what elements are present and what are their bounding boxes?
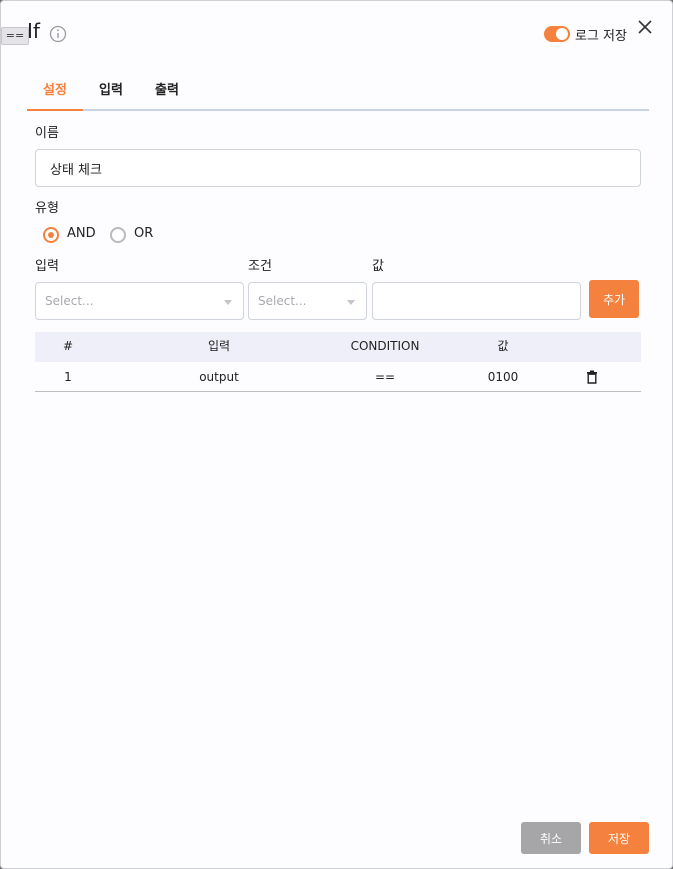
tab-output[interactable]: 출력: [149, 75, 185, 111]
radio-and[interactable]: [43, 227, 59, 243]
row-value: 0100: [487, 370, 519, 384]
close-icon[interactable]: [636, 18, 654, 36]
radio-or-label: OR: [134, 226, 154, 241]
row-condition: ==: [374, 370, 396, 384]
condition-select-placeholder: Select...: [258, 294, 307, 308]
input-select[interactable]: Select...: [35, 282, 244, 320]
row-index: 1: [64, 370, 72, 384]
if-node-modal: == If 로그 저장 설정 입력 출력 이름 유형 AND OR 입력 조건 …: [0, 0, 673, 869]
name-input[interactable]: [35, 149, 641, 187]
condition-select[interactable]: Select...: [248, 282, 367, 320]
col-header-value: 값: [497, 339, 509, 353]
log-save-label: 로그 저장: [575, 29, 627, 44]
col-header-condition: CONDITION: [350, 339, 420, 353]
modal-title: If: [27, 19, 40, 43]
table-row: 1 output == 0100: [35, 362, 641, 392]
info-icon[interactable]: [49, 25, 67, 43]
tab-settings[interactable]: 설정: [27, 75, 83, 111]
value-label: 값: [372, 259, 384, 274]
name-label: 이름: [35, 126, 59, 141]
trash-icon[interactable]: [586, 370, 598, 384]
add-button[interactable]: 추가: [589, 280, 639, 318]
condition-table: # 입력 CONDITION 값 1 output == 0100: [35, 332, 641, 392]
radio-and-label: AND: [67, 226, 96, 241]
cancel-button[interactable]: 취소: [521, 822, 581, 854]
row-input: output: [199, 370, 239, 384]
type-label: 유형: [35, 201, 59, 216]
toggle-knob: [556, 28, 568, 40]
log-save-toggle[interactable]: [544, 26, 570, 42]
save-button[interactable]: 저장: [589, 822, 649, 854]
chevron-down-icon: [224, 300, 232, 305]
tab-input[interactable]: 입력: [93, 75, 129, 111]
col-header-input: 입력: [207, 339, 231, 353]
input-label: 입력: [35, 259, 59, 274]
radio-or[interactable]: [110, 227, 126, 243]
input-select-placeholder: Select...: [45, 294, 94, 308]
value-input[interactable]: [372, 282, 581, 320]
node-tag-chip: ==: [1, 27, 29, 45]
table-header: # 입력 CONDITION 값: [35, 332, 641, 362]
condition-label: 조건: [248, 259, 272, 274]
chevron-down-icon: [347, 300, 355, 305]
col-header-index: #: [62, 339, 74, 353]
tab-bar: 설정 입력 출력: [27, 75, 649, 111]
